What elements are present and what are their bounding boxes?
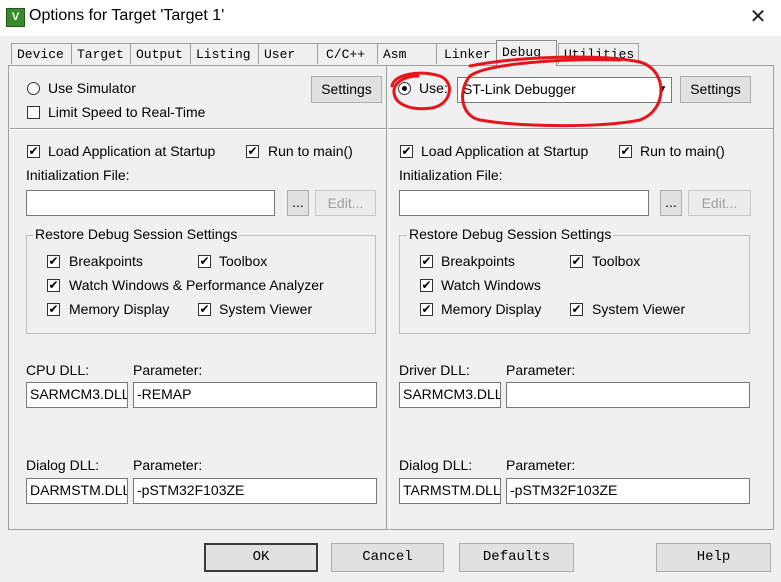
cpu-param-label: Parameter: — [133, 362, 203, 378]
limit-speed-label: Limit Speed to Real-Time — [48, 104, 206, 120]
right-system-viewer-checkbox[interactable]: ✔ — [570, 303, 583, 316]
use-debugger-label: Use: — [419, 80, 448, 96]
cpu-dll-label: CPU DLL: — [26, 362, 90, 378]
left-edit-button[interactable]: Edit... — [315, 190, 376, 216]
right-load-app-checkbox[interactable]: ✔ — [400, 145, 413, 158]
tab-asm[interactable]: Asm — [377, 43, 437, 64]
right-init-file-label: Initialization File: — [399, 167, 503, 183]
right-watch-windows-label: Watch Windows — [441, 277, 541, 293]
left-load-app-label: Load Application at Startup — [48, 143, 216, 159]
left-dialog-dll-input[interactable]: DARMSTM.DLL — [26, 478, 128, 504]
right-watch-windows-checkbox[interactable]: ✔ — [420, 279, 433, 292]
tab-debug[interactable]: Debug — [496, 40, 557, 66]
chevron-down-icon[interactable]: ▼ — [654, 78, 671, 102]
tab-target[interactable]: Target — [71, 43, 131, 64]
right-toolbox-checkbox[interactable]: ✔ — [570, 255, 583, 268]
left-toolbox-label: Toolbox — [219, 253, 268, 269]
left-load-app-checkbox[interactable]: ✔ — [27, 145, 40, 158]
left-dialog-param-label: Parameter: — [133, 457, 203, 473]
left-init-file-input[interactable] — [26, 190, 275, 216]
tab-c-cpp[interactable]: C/C++ — [317, 43, 378, 64]
left-dialog-dll-label: Dialog DLL: — [26, 457, 100, 473]
cancel-button[interactable]: Cancel — [331, 543, 444, 572]
use-simulator-label: Use Simulator — [48, 80, 136, 96]
tab-utilities[interactable]: Utilities — [558, 43, 639, 64]
left-init-file-label: Initialization File: — [26, 167, 130, 183]
driver-param-label: Parameter: — [506, 362, 576, 378]
tab-device[interactable]: Device — [11, 43, 72, 64]
panel-divider — [386, 66, 390, 530]
right-dialog-dll-input[interactable]: TARMSTM.DLL — [399, 478, 501, 504]
right-memory-display-label: Memory Display — [441, 301, 542, 317]
left-browse-button[interactable]: ... — [287, 190, 309, 216]
tab-listing[interactable]: Listing — [190, 43, 259, 64]
debugger-settings-button[interactable]: Settings — [680, 76, 751, 103]
right-dialog-dll-label: Dialog DLL: — [399, 457, 473, 473]
right-dialog-param-label: Parameter: — [506, 457, 576, 473]
right-load-app-label: Load Application at Startup — [421, 143, 589, 159]
tab-user[interactable]: User — [258, 43, 318, 64]
simulator-settings-button[interactable]: Settings — [311, 76, 382, 103]
right-breakpoints-label: Breakpoints — [441, 253, 515, 269]
left-memory-display-checkbox[interactable]: ✔ — [47, 303, 60, 316]
debugger-select[interactable]: ST-Link Debugger — [457, 77, 672, 103]
tab-linker[interactable]: Linker — [436, 43, 497, 64]
limit-speed-checkbox[interactable] — [27, 106, 40, 119]
left-system-viewer-label: System Viewer — [219, 301, 313, 317]
left-separator — [10, 128, 386, 130]
cpu-dll-input[interactable]: SARMCM3.DLL — [26, 382, 128, 408]
right-separator — [388, 128, 773, 130]
use-simulator-radio[interactable] — [27, 82, 40, 95]
right-restore-group-label: Restore Debug Session Settings — [407, 226, 614, 242]
driver-dll-label: Driver DLL: — [399, 362, 470, 378]
right-breakpoints-checkbox[interactable]: ✔ — [420, 255, 433, 268]
left-breakpoints-checkbox[interactable]: ✔ — [47, 255, 60, 268]
left-run-to-main-label: Run to main() — [268, 143, 353, 159]
tab-output[interactable]: Output — [130, 43, 191, 64]
right-run-to-main-label: Run to main() — [640, 143, 725, 159]
left-breakpoints-label: Breakpoints — [69, 253, 143, 269]
ok-button[interactable]: OK — [204, 543, 318, 572]
right-init-file-input[interactable] — [399, 190, 649, 216]
right-dialog-param-input[interactable]: -pSTM32F103ZE — [506, 478, 750, 504]
window-title: Options for Target 'Target 1' — [29, 7, 225, 24]
left-run-to-main-checkbox[interactable]: ✔ — [246, 145, 259, 158]
right-toolbox-label: Toolbox — [592, 253, 641, 269]
right-edit-button[interactable]: Edit... — [688, 190, 751, 216]
driver-dll-input[interactable]: SARMCM3.DLL — [399, 382, 501, 408]
left-restore-group-label: Restore Debug Session Settings — [33, 226, 240, 242]
app-icon: V — [6, 8, 25, 27]
left-toolbox-checkbox[interactable]: ✔ — [198, 255, 211, 268]
left-watch-windows-label: Watch Windows & Performance Analyzer — [69, 277, 324, 293]
left-watch-windows-checkbox[interactable]: ✔ — [47, 279, 60, 292]
driver-param-input[interactable] — [506, 382, 750, 408]
right-browse-button[interactable]: ... — [660, 190, 682, 216]
right-run-to-main-checkbox[interactable]: ✔ — [619, 145, 632, 158]
help-button[interactable]: Help — [656, 543, 771, 572]
defaults-button[interactable]: Defaults — [459, 543, 574, 572]
use-debugger-radio[interactable] — [398, 82, 411, 95]
right-memory-display-checkbox[interactable]: ✔ — [420, 303, 433, 316]
title-bar: V Options for Target 'Target 1' ✕ — [0, 0, 781, 36]
right-system-viewer-label: System Viewer — [592, 301, 686, 317]
left-dialog-param-input[interactable]: -pSTM32F103ZE — [133, 478, 377, 504]
left-system-viewer-checkbox[interactable]: ✔ — [198, 303, 211, 316]
left-memory-display-label: Memory Display — [69, 301, 170, 317]
close-icon[interactable]: ✕ — [745, 5, 771, 29]
cpu-param-input[interactable]: -REMAP — [133, 382, 377, 408]
